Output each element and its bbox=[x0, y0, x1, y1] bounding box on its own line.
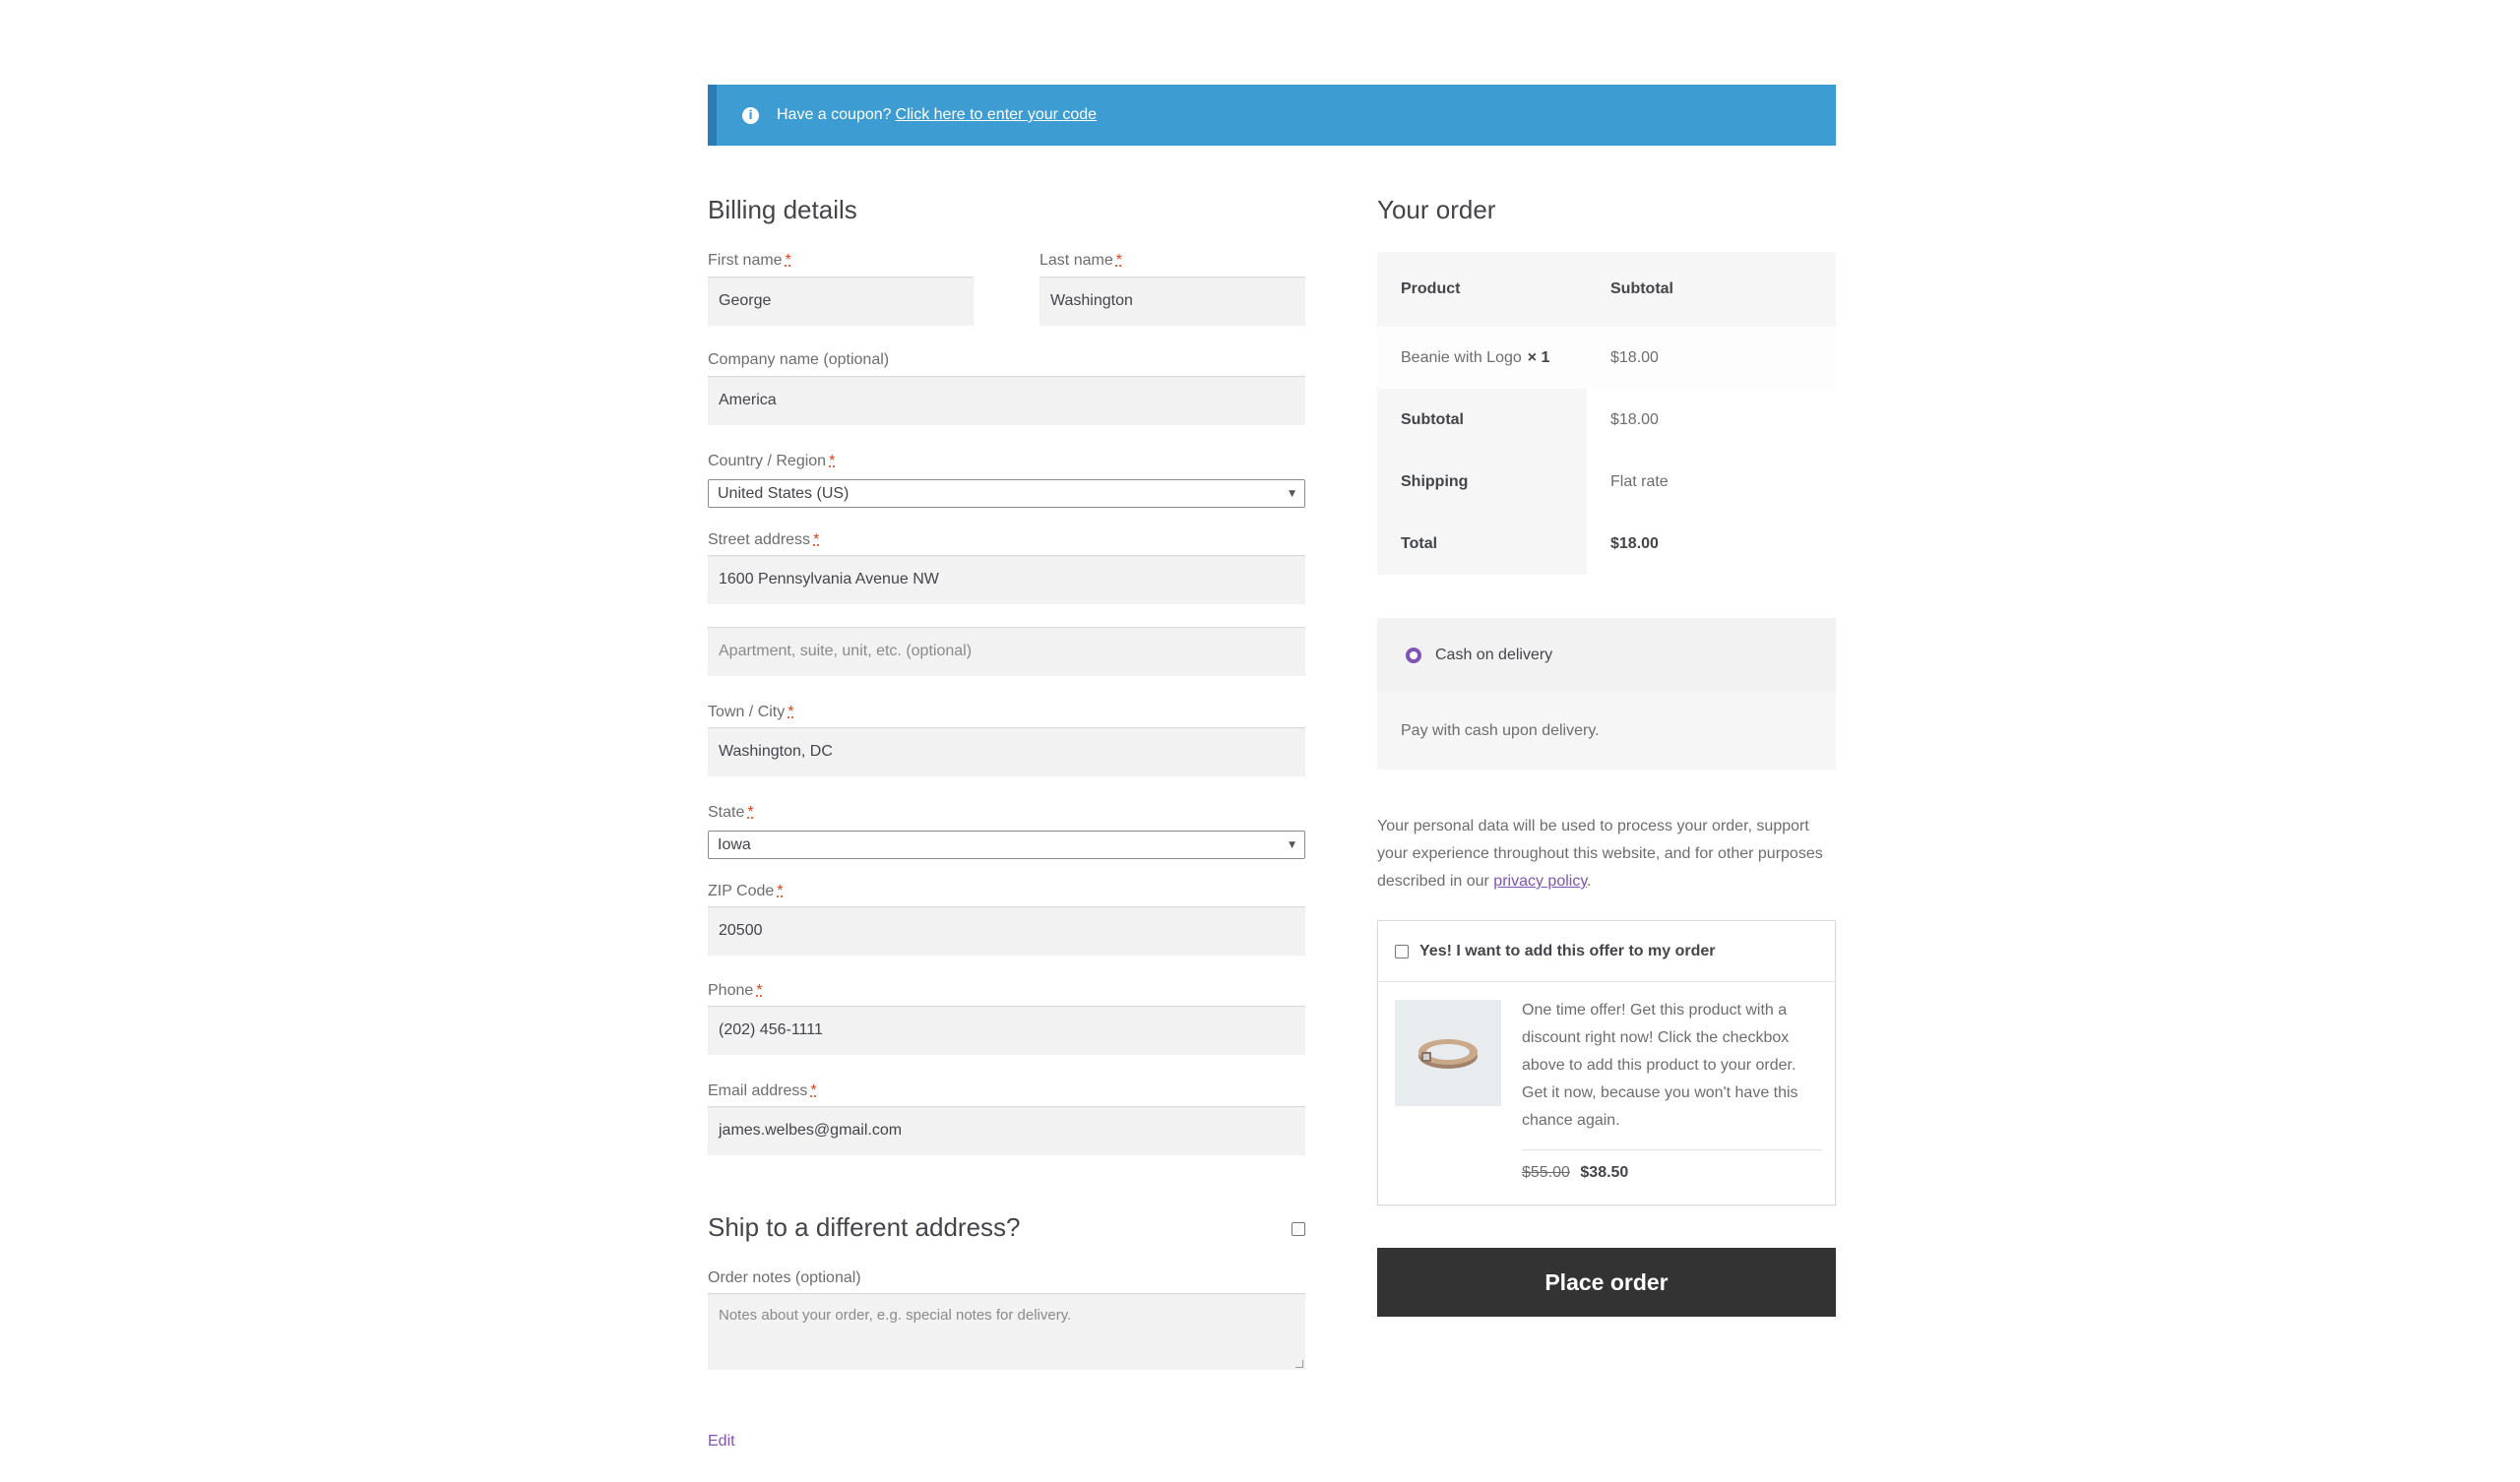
phone-label: Phone * bbox=[708, 982, 763, 999]
shipping-value: Flat rate bbox=[1587, 451, 1836, 513]
offer-checkbox-label: Yes! I want to add this offer to my orde… bbox=[1419, 942, 1716, 959]
first-name-label: First name * bbox=[708, 252, 791, 269]
street-input[interactable]: 1600 Pennsylvania Avenue NW bbox=[708, 555, 1305, 604]
state-select[interactable]: Iowa ▼ bbox=[708, 831, 1305, 859]
offer-header[interactable]: Yes! I want to add this offer to my orde… bbox=[1378, 921, 1835, 982]
order-notes-placeholder: Notes about your order, e.g. special not… bbox=[719, 1307, 1072, 1324]
state-value: Iowa bbox=[718, 835, 751, 853]
ship-different-checkbox[interactable] bbox=[1292, 1222, 1305, 1236]
payment-radio[interactable] bbox=[1406, 648, 1421, 663]
item-product: Beanie with Logo × 1 bbox=[1377, 327, 1587, 389]
state-label: State * bbox=[708, 804, 754, 821]
email-label: Email address * bbox=[708, 1082, 817, 1099]
payment-method-label: Cash on delivery bbox=[1435, 647, 1553, 663]
last-name-input[interactable]: Washington bbox=[1040, 277, 1305, 326]
billing-title: Billing details bbox=[708, 195, 857, 224]
first-name-input[interactable]: George bbox=[708, 277, 974, 326]
phone-input[interactable]: (202) 456-1111 bbox=[708, 1006, 1305, 1055]
col-subtotal: Subtotal bbox=[1610, 280, 1673, 297]
item-price: $18.00 bbox=[1610, 348, 1659, 366]
coupon-text: Have a coupon? bbox=[777, 106, 892, 123]
order-title: Your order bbox=[1377, 195, 1496, 224]
zip-input[interactable]: 20500 bbox=[708, 906, 1305, 956]
item-qty: × 1 bbox=[1527, 348, 1550, 366]
resize-handle-icon[interactable] bbox=[1295, 1360, 1303, 1368]
offer-checkbox[interactable] bbox=[1395, 944, 1409, 958]
total-value: $18.00 bbox=[1587, 513, 1836, 575]
order-review-table: Product Subtotal Beanie with Logo × 1 $18… bbox=[1377, 252, 1836, 575]
offer-new-price: $38.50 bbox=[1580, 1164, 1629, 1181]
country-select[interactable]: United States (US) ▼ bbox=[708, 479, 1305, 508]
place-order-button[interactable]: Place order bbox=[1377, 1248, 1836, 1317]
ship-different-title: Ship to a different address? bbox=[708, 1212, 1021, 1242]
last-name-label: Last name * bbox=[1040, 252, 1122, 269]
shipping-label: Shipping bbox=[1377, 451, 1587, 513]
item-name: Beanie with Logo bbox=[1401, 348, 1522, 366]
email-input[interactable]: james.welbes@gmail.com bbox=[708, 1106, 1305, 1155]
table-row: Beanie with Logo × 1 $18.00 bbox=[1377, 327, 1836, 389]
subtotal-row: Subtotal $18.00 bbox=[1377, 389, 1836, 451]
company-label: Company name (optional) bbox=[708, 351, 890, 368]
belt-icon bbox=[1418, 1039, 1478, 1069]
table-header-row: Product Subtotal bbox=[1377, 252, 1836, 327]
order-notes-textarea[interactable]: Notes about your order, e.g. special not… bbox=[708, 1293, 1305, 1370]
offer-divider bbox=[1522, 1149, 1822, 1150]
city-input[interactable]: Washington, DC bbox=[708, 727, 1305, 776]
subtotal-value: $18.00 bbox=[1587, 389, 1836, 451]
edit-link[interactable]: Edit bbox=[708, 1433, 735, 1451]
order-notes-label: Order notes (optional) bbox=[708, 1269, 861, 1286]
col-product: Product bbox=[1401, 280, 1461, 297]
offer-price: $55.00 $38.50 bbox=[1522, 1164, 1628, 1182]
company-input[interactable]: America bbox=[708, 376, 1305, 425]
city-label: Town / City * bbox=[708, 704, 794, 720]
privacy-policy-link[interactable]: privacy policy bbox=[1493, 873, 1587, 890]
street-label: Street address * bbox=[708, 531, 820, 548]
privacy-text: Your personal data will be used to proce… bbox=[1377, 818, 1823, 890]
country-value: United States (US) bbox=[718, 484, 850, 502]
info-icon: i bbox=[742, 106, 759, 124]
payment-method-cod[interactable]: Cash on delivery bbox=[1377, 618, 1836, 693]
order-bump-offer: Yes! I want to add this offer to my orde… bbox=[1377, 920, 1836, 1205]
zip-label: ZIP Code * bbox=[708, 883, 784, 899]
chevron-down-icon: ▼ bbox=[1289, 488, 1295, 499]
offer-old-price: $55.00 bbox=[1522, 1164, 1570, 1181]
coupon-notice: i Have a coupon? Click here to enter you… bbox=[708, 85, 1836, 146]
total-row: Total $18.00 bbox=[1377, 513, 1836, 575]
offer-description: One time offer! Get this product with a … bbox=[1522, 1002, 1798, 1129]
street2-input[interactable]: Apartment, suite, unit, etc. (optional) bbox=[708, 627, 1305, 676]
belt-image bbox=[1395, 1000, 1501, 1106]
payment-description: Pay with cash upon delivery. bbox=[1377, 693, 1836, 770]
country-label: Country / Region * bbox=[708, 453, 836, 469]
subtotal-label: Subtotal bbox=[1377, 389, 1587, 451]
chevron-down-icon: ▼ bbox=[1289, 839, 1295, 850]
shipping-row: Shipping Flat rate bbox=[1377, 451, 1836, 513]
coupon-link[interactable]: Click here to enter your code bbox=[896, 106, 1098, 124]
total-label: Total bbox=[1377, 513, 1587, 575]
